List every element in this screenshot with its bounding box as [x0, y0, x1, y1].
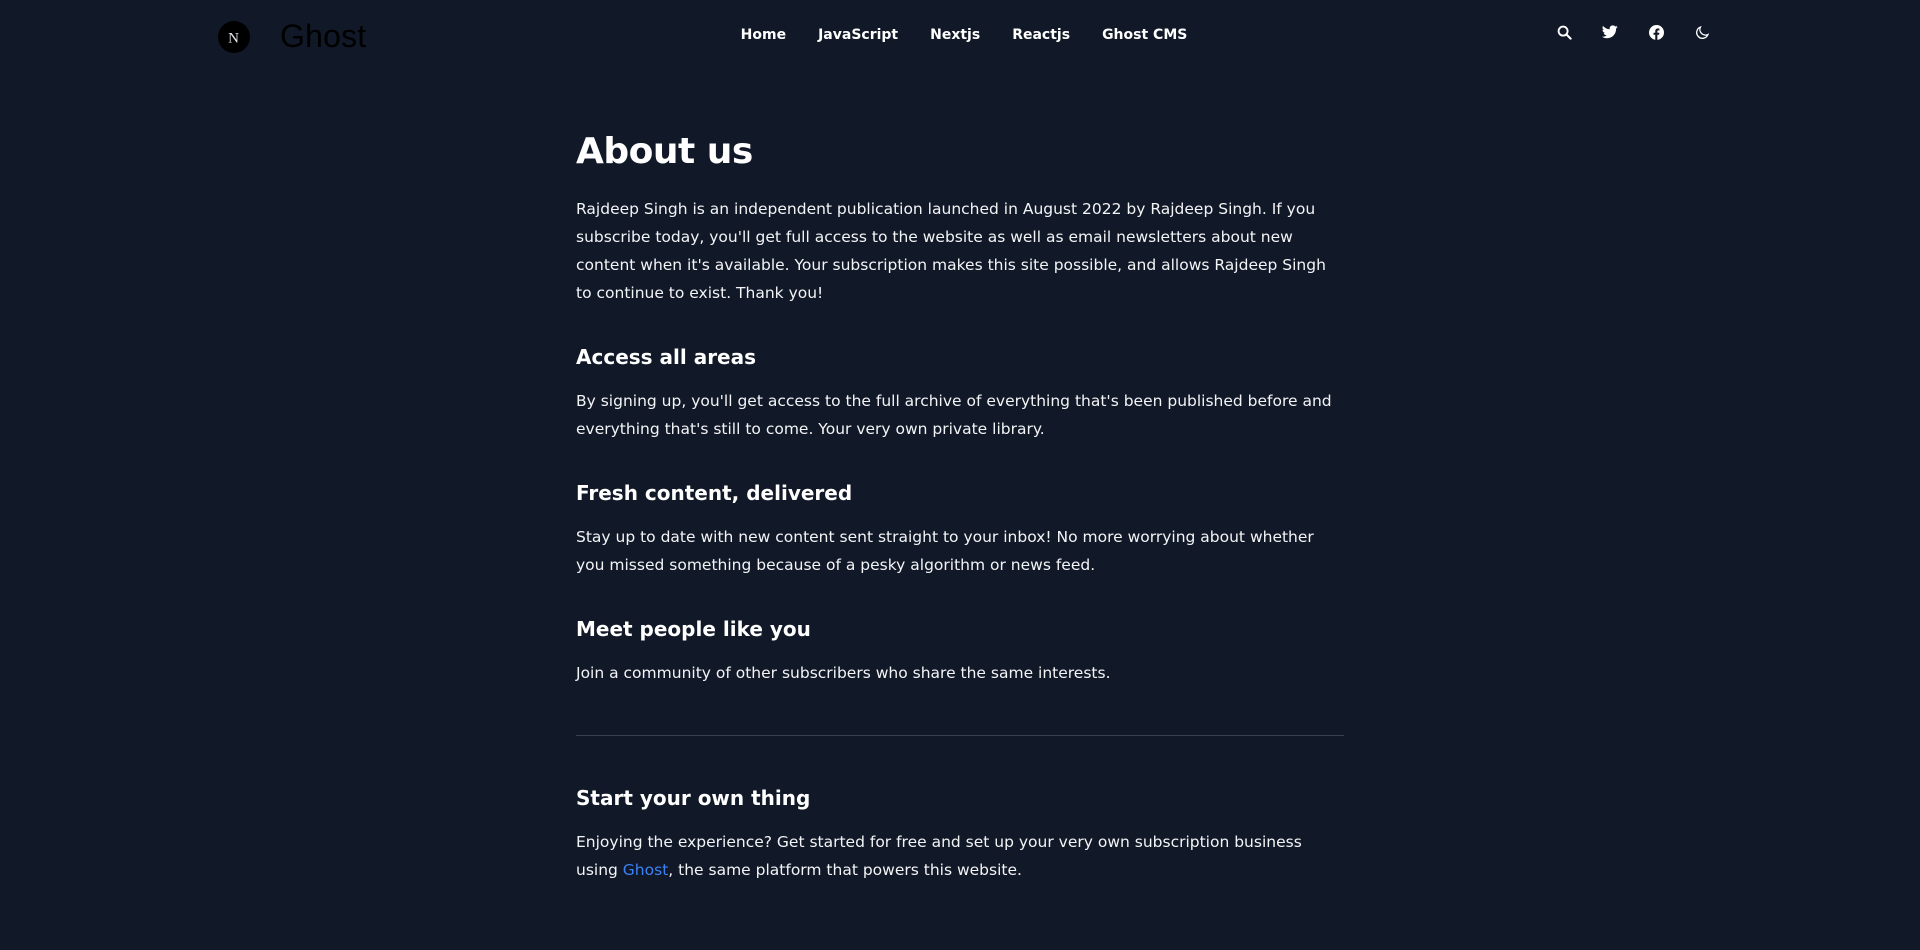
nav-item-home[interactable]: Home	[741, 27, 786, 43]
section-start-your-own: Start your own thing Enjoying the experi…	[576, 786, 1344, 884]
dark-mode-toggle-icon[interactable]	[1694, 24, 1710, 40]
section-meet-people: Meet people like you Join a community of…	[576, 617, 1344, 687]
header-actions	[1556, 24, 1710, 40]
divider	[576, 735, 1344, 737]
section-fresh-content: Fresh content, delivered Stay up to date…	[576, 481, 1344, 579]
section-body: Join a community of other subscribers wh…	[576, 664, 1111, 683]
site-name: Ghost	[280, 18, 367, 54]
section-access-all-areas: Access all areas By signing up, you'll g…	[576, 345, 1344, 443]
cta-body: Enjoying the experience? Get started for…	[576, 828, 1344, 884]
section-heading: Meet people like you	[576, 617, 811, 642]
cta-heading: Start your own thing	[576, 786, 811, 811]
nav-item-javascript[interactable]: JavaScript	[818, 27, 898, 43]
nextjs-logo-icon: N	[218, 20, 250, 53]
section-heading: Access all areas	[576, 345, 757, 370]
nav-item-ghost-cms[interactable]: Ghost CMS	[1102, 27, 1187, 43]
facebook-icon[interactable]	[1648, 24, 1664, 40]
logo-letter: N	[228, 30, 239, 46]
section-heading: Fresh content, delivered	[576, 481, 853, 506]
page-title: About us	[576, 131, 753, 172]
section-body: By signing up, you'll get access to the …	[576, 392, 1332, 439]
section-body: Stay up to date with new content sent st…	[576, 528, 1314, 575]
ghost-link[interactable]: Ghost	[623, 861, 668, 879]
nav-item-reactjs[interactable]: Reactjs	[1012, 27, 1070, 43]
site-logo[interactable]: N Ghost	[218, 18, 366, 55]
cta-body-after: , the same platform that powers this web…	[668, 861, 1022, 880]
intro-paragraph: Rajdeep Singh is an independent publicat…	[576, 200, 1326, 303]
nav-item-nextjs[interactable]: Nextjs	[930, 27, 980, 43]
twitter-icon[interactable]	[1602, 24, 1618, 40]
site-header: N Ghost Home JavaScript Nextjs Reactjs G…	[0, 0, 1920, 70]
search-icon[interactable]	[1556, 24, 1572, 40]
page-content: About us Rajdeep Singh is an independent…	[576, 130, 1344, 884]
